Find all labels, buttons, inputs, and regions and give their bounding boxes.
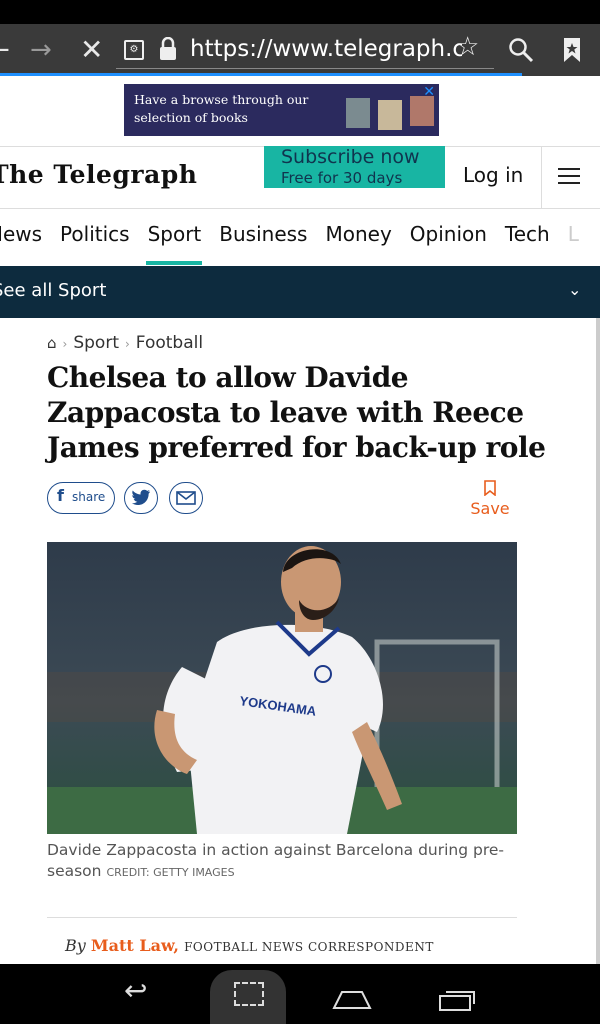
share-label: share [72,490,106,504]
bookmark-icon[interactable] [562,37,582,63]
home-button-icon[interactable] [332,988,372,1010]
subscribe-sublabel: Free for 30 days [281,169,403,187]
browser-toolbar: ← → ✕ ⚙ https://www.telegraph.c ☆ [0,24,600,76]
url-text[interactable]: https://www.telegraph.c [190,30,462,68]
nav-item-more[interactable]: L [568,222,579,246]
subscribe-button[interactable]: Subscribe now Free for 30 days [264,146,445,188]
forward-arrow-icon[interactable]: → [30,24,52,76]
ad-banner[interactable]: Have a browse through our selection of b… [124,84,439,136]
save-button[interactable]: Save [470,480,510,518]
nav-item-opinion[interactable]: Opinion [410,222,487,246]
author-role: FOOTBALL NEWS CORRESPONDENT [184,940,434,954]
ad-book-image [378,100,402,130]
telegraph-logo[interactable]: The Telegraph [0,160,197,189]
see-all-sport-bar[interactable]: See all Sport ⌄ [0,266,600,318]
save-label: Save [470,499,510,518]
twitter-share-button[interactable] [124,482,158,514]
menu-icon[interactable] [558,168,580,184]
url-bar[interactable]: ⚙ https://www.telegraph.c ☆ [116,30,494,69]
byline-divider [47,917,517,918]
section-nav: News Politics Sport Business Money Opinion Tec… [0,222,597,246]
nav-item-money[interactable]: Money [325,222,391,246]
login-link[interactable]: Log in [463,163,523,187]
lock-icon [160,37,176,60]
page-load-progress [0,73,522,76]
site-settings-icon[interactable]: ⚙ [124,40,144,60]
twitter-icon [132,489,150,505]
nav-item-politics[interactable]: Politics [60,222,130,246]
star-icon[interactable]: ☆ [456,32,479,62]
article-title: Chelsea to allow Davide Zappacosta to le… [47,361,546,464]
byline-prefix: By [65,936,86,955]
article-photo-illustration: YOKOHAMA [47,542,517,834]
nav-divider [0,208,600,209]
chevron-down-icon[interactable]: ⌄ [568,280,581,299]
stop-icon[interactable]: ✕ [80,24,103,76]
bookmark-save-icon [484,480,496,496]
status-bar [0,0,600,24]
breadcrumb-football[interactable]: Football [136,333,203,353]
screenshot-button[interactable] [210,970,286,1024]
header-divider [541,146,542,208]
recent-apps-icon[interactable] [438,990,476,1012]
article-photo[interactable]: YOKOHAMA [47,542,517,834]
author-link[interactable]: Matt Law, [91,936,179,955]
email-share-button[interactable] [169,482,203,514]
byline: By Matt Law, FOOTBALL NEWS CORRESPONDENT [65,936,434,955]
active-tab-indicator [146,261,202,265]
subscribe-label: Subscribe now [281,146,420,168]
back-arrow-icon[interactable]: ← [0,24,10,76]
scrollbar[interactable] [596,318,600,964]
see-all-sport-label: See all Sport [0,280,107,301]
email-icon [176,491,196,505]
back-icon[interactable]: ↩ [124,974,147,1007]
nav-item-tech[interactable]: Tech [505,222,550,246]
ad-close-icon[interactable]: ✕ [423,84,435,100]
nav-item-sport[interactable]: Sport [148,222,202,246]
photo-credit: CREDIT: GETTY IMAGES [106,866,235,879]
facebook-share-button[interactable]: f share [47,482,115,514]
home-icon[interactable]: ⌂ [47,334,57,352]
breadcrumb-sport[interactable]: Sport [73,333,119,353]
photo-caption: Davide Zappacosta in action against Barc… [47,840,517,883]
ad-book-image [346,98,370,128]
search-icon[interactable] [508,37,534,63]
ad-text: Have a browse through our selection of b… [134,92,309,125]
screenshot-icon [234,982,264,1006]
nav-item-news[interactable]: News [0,222,42,246]
nav-item-business[interactable]: Business [219,222,307,246]
ad-book-image [410,96,434,126]
facebook-icon: f [57,486,64,505]
breadcrumb: ⌂ › Sport › Football [47,333,204,353]
android-navigation-bar: ↩ [0,964,600,1024]
